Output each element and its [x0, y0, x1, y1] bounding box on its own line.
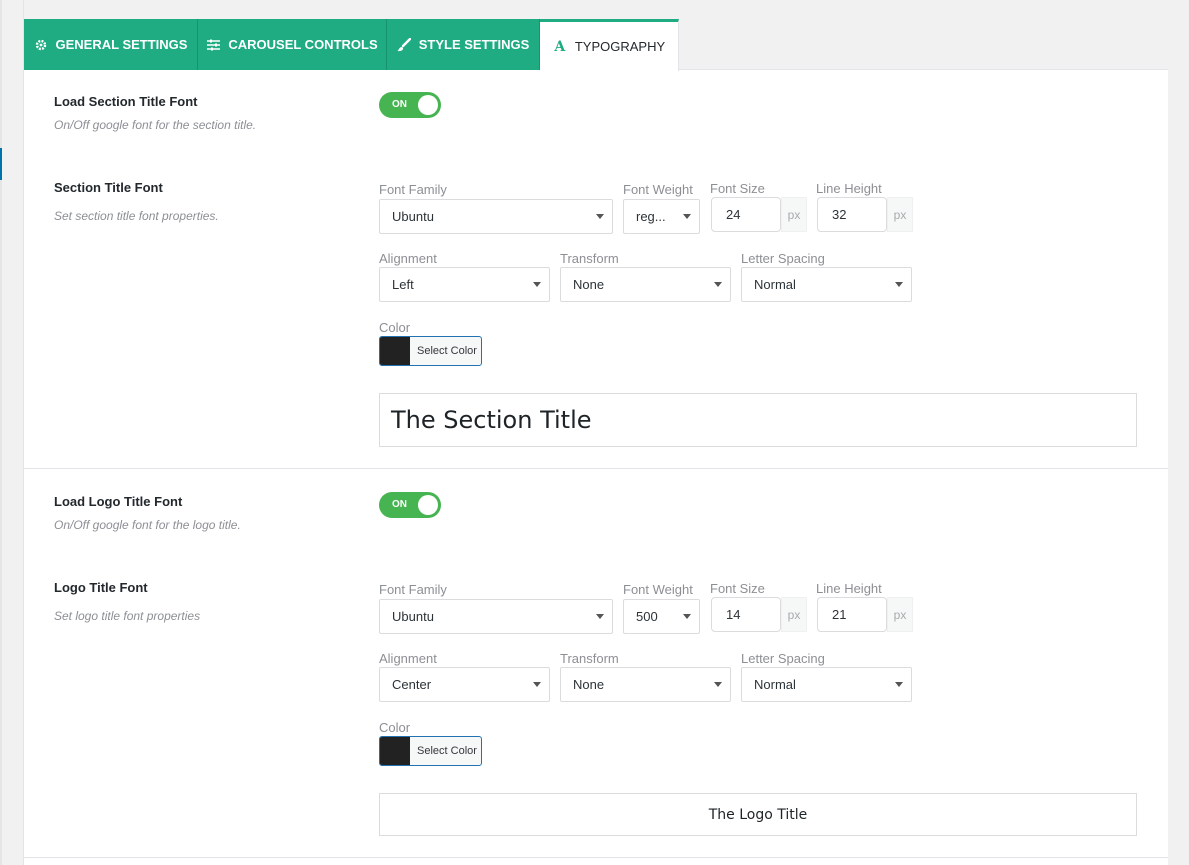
select-color-label: Select Color: [417, 345, 477, 357]
load-logo-title-font-label: Load Logo Title Font: [54, 494, 183, 509]
color-label: Color: [379, 320, 411, 335]
transform-select[interactable]: None: [560, 667, 731, 702]
font-size-unit: px: [781, 197, 807, 232]
font-weight-label: Font Weight: [623, 582, 693, 597]
line-height-label: Line Height: [816, 581, 882, 596]
tab-label: CAROUSEL CONTROLS: [228, 37, 378, 52]
select-color-button[interactable]: Select Color: [379, 336, 482, 366]
chevron-down-icon: [714, 682, 722, 687]
chevron-down-icon: [596, 214, 604, 219]
section-title-font-label: Section Title Font: [54, 180, 163, 195]
select-value: Center: [392, 677, 432, 692]
admin-sidebar-edge: [0, 0, 2, 865]
settings-panel: GENERAL SETTINGS CAROUSEL CONTROLS STYLE…: [23, 0, 1168, 865]
line-height-label: Line Height: [816, 181, 882, 196]
tab-label: TYPOGRAPHY: [574, 39, 666, 54]
font-size-unit: px: [781, 597, 807, 632]
chevron-down-icon: [683, 214, 691, 219]
logo-title-font-label: Logo Title Font: [54, 580, 148, 595]
chevron-down-icon: [895, 282, 903, 287]
load-section-title-font-desc: On/Off google font for the section title…: [54, 118, 257, 132]
tab-style-settings[interactable]: STYLE SETTINGS: [387, 19, 540, 70]
input-value: 24: [726, 207, 741, 222]
tab-label: STYLE SETTINGS: [418, 37, 530, 52]
divider: [24, 857, 1168, 858]
font-size-input[interactable]: 24: [711, 197, 781, 232]
alignment-label: Alignment: [379, 651, 437, 666]
chevron-down-icon: [714, 282, 722, 287]
transform-select[interactable]: None: [560, 267, 731, 302]
chevron-down-icon: [596, 614, 604, 619]
transform-label: Transform: [560, 651, 619, 666]
font-family-select[interactable]: Ubuntu: [379, 599, 613, 634]
alignment-select[interactable]: Left: [379, 267, 550, 302]
toggle-knob: [418, 95, 438, 115]
tab-typography[interactable]: A TYPOGRAPHY: [540, 19, 679, 71]
chevron-down-icon: [533, 682, 541, 687]
section-title-font-desc: Set section title font properties.: [54, 209, 219, 223]
select-value: None: [573, 677, 605, 692]
tab-bar: GENERAL SETTINGS CAROUSEL CONTROLS STYLE…: [24, 0, 1168, 71]
tab-general-settings[interactable]: GENERAL SETTINGS: [24, 19, 198, 70]
select-value: reg...: [636, 209, 666, 224]
font-family-select[interactable]: Ubuntu: [379, 199, 613, 234]
transform-label: Transform: [560, 251, 619, 266]
alignment-label: Alignment: [379, 251, 437, 266]
load-logo-title-font-toggle[interactable]: ON: [379, 492, 441, 518]
font-weight-select[interactable]: reg...: [623, 199, 700, 234]
gear-icon: [34, 38, 48, 52]
select-value: Ubuntu: [392, 209, 434, 224]
line-height-unit: px: [887, 197, 913, 232]
divider: [24, 468, 1168, 469]
input-value: 32: [832, 207, 847, 222]
alignment-select[interactable]: Center: [379, 667, 550, 702]
select-value: Left: [392, 277, 414, 292]
tab-label: GENERAL SETTINGS: [55, 37, 188, 52]
input-value: 14: [726, 607, 741, 622]
line-height-input[interactable]: 32: [817, 197, 887, 232]
active-menu-marker: [0, 148, 2, 180]
load-section-title-font-toggle[interactable]: ON: [379, 92, 441, 118]
sliders-icon: [206, 38, 220, 52]
section-title-preview: The Section Title: [379, 393, 1137, 447]
tab-carousel-controls[interactable]: CAROUSEL CONTROLS: [198, 19, 387, 70]
select-color-label: Select Color: [417, 745, 477, 757]
right-gutter: [1167, 0, 1189, 865]
font-weight-label: Font Weight: [623, 182, 693, 197]
font-icon: A: [554, 38, 566, 55]
color-label: Color: [379, 720, 411, 735]
color-swatch: [380, 737, 410, 765]
color-swatch: [380, 337, 410, 365]
font-weight-select[interactable]: 500: [623, 599, 700, 634]
toggle-state: ON: [392, 499, 407, 510]
select-value: Normal: [754, 677, 796, 692]
font-family-label: Font Family: [379, 582, 447, 597]
letter-spacing-select[interactable]: Normal: [741, 267, 912, 302]
logo-title-font-desc: Set logo title font properties: [54, 609, 201, 623]
toggle-state: ON: [392, 99, 407, 110]
logo-title-preview: The Logo Title: [379, 793, 1137, 836]
font-size-label: Font Size: [710, 581, 765, 596]
input-value: 21: [832, 607, 847, 622]
chevron-down-icon: [895, 682, 903, 687]
font-family-label: Font Family: [379, 182, 447, 197]
select-value: 500: [636, 609, 658, 624]
toggle-knob: [418, 495, 438, 515]
brush-icon: [397, 37, 411, 52]
line-height-unit: px: [887, 597, 913, 632]
letter-spacing-select[interactable]: Normal: [741, 667, 912, 702]
font-size-input[interactable]: 14: [711, 597, 781, 632]
select-value: Normal: [754, 277, 796, 292]
load-section-title-font-label: Load Section Title Font: [54, 94, 198, 109]
letter-spacing-label: Letter Spacing: [741, 251, 825, 266]
font-size-label: Font Size: [710, 181, 765, 196]
letter-spacing-label: Letter Spacing: [741, 651, 825, 666]
load-logo-title-font-desc: On/Off google font for the logo title.: [54, 518, 241, 532]
line-height-input[interactable]: 21: [817, 597, 887, 632]
select-value: Ubuntu: [392, 609, 434, 624]
select-value: None: [573, 277, 605, 292]
select-color-button[interactable]: Select Color: [379, 736, 482, 766]
chevron-down-icon: [533, 282, 541, 287]
chevron-down-icon: [683, 614, 691, 619]
